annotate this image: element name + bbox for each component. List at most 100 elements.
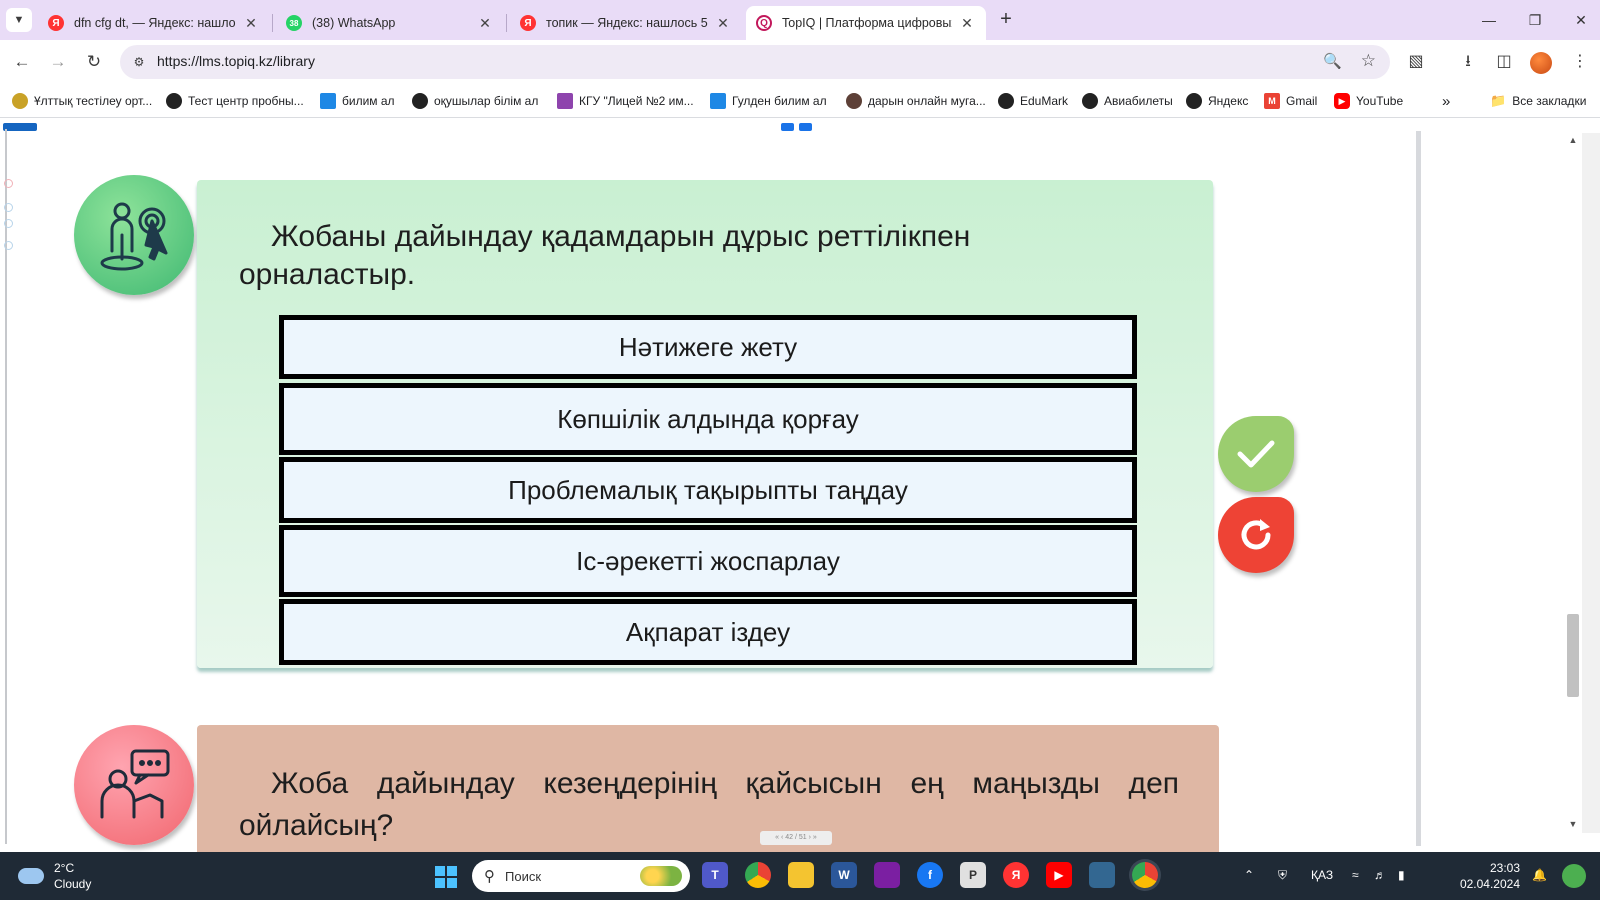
- bookmark-star-icon[interactable]: ☆: [1361, 51, 1376, 71]
- chrome-active-icon[interactable]: [1132, 862, 1158, 888]
- system-clock[interactable]: 23:03 02.04.2024: [1446, 860, 1520, 892]
- tab-whatsapp[interactable]: 38 (38) WhatsApp ✕: [276, 6, 504, 40]
- tray-overflow-icon[interactable]: ⌃: [1244, 868, 1254, 882]
- all-bookmarks-label: Все закладки: [1512, 94, 1587, 108]
- menu-kebab-icon[interactable]: ⋮: [1568, 50, 1592, 74]
- back-icon[interactable]: ←: [10, 50, 34, 74]
- restore-icon[interactable]: ❐: [1520, 8, 1550, 32]
- close-window-icon[interactable]: ✕: [1566, 8, 1596, 32]
- toolbar-mini-button[interactable]: [799, 123, 812, 131]
- reset-task-button[interactable]: [1218, 497, 1294, 573]
- bookmark-item[interactable]: EduMark: [998, 92, 1068, 110]
- youtube-app-icon[interactable]: ▶: [1046, 862, 1072, 888]
- facebook-icon[interactable]: f: [917, 862, 943, 888]
- language-indicator[interactable]: ҚАЗ: [1311, 868, 1333, 882]
- weather-widget[interactable]: 2°C Cloudy: [18, 860, 91, 892]
- taskbar-search[interactable]: ⚲ Поиск: [472, 860, 690, 892]
- postgresql-icon[interactable]: [1089, 862, 1115, 888]
- bookmark-label: КГУ "Лицей №2 им...: [579, 94, 694, 108]
- browser-toolbar: ← → ↻ ⚙ https://lms.topiq.kz/library 🔍 ☆…: [0, 40, 1600, 84]
- windows-taskbar: 2°C Cloudy ⚲ Поиск T W f P Я ▶ ⌃ ⛨ ҚАЗ ≈…: [0, 852, 1600, 900]
- url-text[interactable]: https://lms.topiq.kz/library: [157, 53, 315, 69]
- file-explorer-icon[interactable]: [788, 862, 814, 888]
- word-icon[interactable]: W: [831, 862, 857, 888]
- download-icon[interactable]: ⭳: [1456, 50, 1480, 74]
- security-shield-icon[interactable]: ⛨: [1278, 868, 1287, 883]
- order-option[interactable]: Нәтижеге жету: [279, 315, 1137, 379]
- side-panel-icon[interactable]: ◫: [1492, 50, 1516, 74]
- book-icon: [320, 93, 336, 109]
- bookmark-item[interactable]: Тест центр пробны...: [166, 92, 304, 110]
- wifi-icon[interactable]: ≈: [1352, 868, 1359, 882]
- zoom-icon[interactable]: 🔍: [1323, 52, 1342, 70]
- toolbar-mini-button[interactable]: [781, 123, 794, 131]
- order-option[interactable]: Ақпарат іздеу: [279, 599, 1137, 665]
- globe-icon: [1186, 93, 1202, 109]
- scrollbar-track[interactable]: [1582, 133, 1600, 833]
- bookmark-label: Гулден билим ал: [732, 94, 827, 108]
- bookmark-label: YouTube: [1356, 94, 1404, 108]
- extensions-icon[interactable]: ▧: [1404, 50, 1428, 74]
- forward-icon[interactable]: →: [46, 50, 70, 74]
- school-icon: [557, 93, 573, 109]
- globe-icon: [412, 93, 428, 109]
- discussion-icon: [74, 725, 194, 845]
- bookmark-item[interactable]: КГУ "Лицей №2 им...: [557, 92, 694, 110]
- scroll-down-icon[interactable]: ▼: [1567, 819, 1579, 829]
- address-bar[interactable]: ⚙ https://lms.topiq.kz/library 🔍 ☆: [120, 45, 1390, 79]
- winrar-icon[interactable]: [874, 862, 900, 888]
- menu-tab-marker[interactable]: [3, 123, 37, 131]
- bookmark-item[interactable]: Яндекс: [1186, 92, 1248, 110]
- page-pager[interactable]: « ‹ 42 / 51 › »: [760, 831, 832, 845]
- more-bookmarks-button[interactable]: »: [1442, 92, 1450, 110]
- feather-icon: [846, 93, 862, 109]
- minimize-icon[interactable]: —: [1474, 8, 1504, 32]
- bookmark-item[interactable]: Гулден билим ал: [710, 92, 827, 110]
- teams-icon[interactable]: T: [702, 862, 728, 888]
- bookmark-label: Ұлттық тестілеу орт...: [34, 94, 153, 108]
- clock-date: 02.04.2024: [1459, 877, 1520, 891]
- tab-topiq[interactable]: Q TopIQ | Платформа цифровых ✕: [746, 6, 986, 40]
- bookmark-item[interactable]: оқушылар білім ал: [412, 92, 538, 110]
- bookmark-item[interactable]: ▶ YouTube: [1334, 92, 1403, 110]
- bookmark-item[interactable]: Ұлттық тестілеу орт...: [12, 92, 152, 110]
- tab-yandex-1[interactable]: Я dfn cfg dt, — Яндекс: нашлось ✕: [38, 6, 270, 40]
- scroll-up-icon[interactable]: ▲: [1567, 135, 1579, 145]
- close-icon[interactable]: ✕: [958, 15, 976, 32]
- new-tab-button[interactable]: +: [994, 8, 1018, 32]
- bookmark-item[interactable]: Авиабилеты: [1082, 92, 1173, 110]
- cloud-icon: [18, 868, 44, 884]
- bookmark-label: Авиабилеты: [1104, 94, 1173, 108]
- page-left-border: [5, 129, 7, 844]
- volume-icon[interactable]: ♬: [1374, 868, 1386, 882]
- close-icon[interactable]: ✕: [242, 15, 260, 32]
- close-icon[interactable]: ✕: [714, 15, 732, 32]
- tab-yandex-2[interactable]: Я топик — Яндекс: нашлось 5 ты ✕: [510, 6, 742, 40]
- bookmark-item[interactable]: билим ал: [320, 92, 395, 110]
- order-option[interactable]: Көпшілік алдында қорғау: [279, 383, 1137, 455]
- windows-start-icon[interactable]: [435, 866, 457, 888]
- yandex-browser-icon[interactable]: Я: [1003, 862, 1029, 888]
- notification-bell-icon[interactable]: 🔔: [1532, 868, 1547, 882]
- ordering-task-card: Жобаны дайындау қадамдарын дұрыс реттілі…: [197, 180, 1213, 668]
- battery-icon[interactable]: ▮: [1398, 868, 1405, 882]
- reload-icon[interactable]: ↻: [82, 50, 106, 74]
- close-icon[interactable]: ✕: [476, 15, 494, 32]
- search-icon: ⚲: [484, 868, 495, 885]
- copilot-icon[interactable]: [1562, 864, 1586, 888]
- tab-search-button[interactable]: ▼: [6, 8, 32, 32]
- profile-avatar[interactable]: [1530, 52, 1552, 74]
- scrollbar-thumb[interactable]: [1567, 614, 1579, 697]
- bookmark-item[interactable]: дарын онлайн муга...: [846, 92, 986, 110]
- order-option[interactable]: Проблемалық тақырыпты таңдау: [279, 457, 1137, 523]
- bookmark-item[interactable]: M Gmail: [1264, 92, 1317, 110]
- all-bookmarks-button[interactable]: 📁 Все закладки: [1490, 92, 1586, 110]
- check-answer-button[interactable]: [1218, 416, 1294, 492]
- interactive-touch-icon: [74, 175, 194, 295]
- folder-icon: 📁: [1490, 93, 1507, 108]
- site-info-icon[interactable]: ⚙: [130, 53, 148, 71]
- order-option[interactable]: Іс-әрекетті жоспарлау: [279, 525, 1137, 597]
- chrome-icon[interactable]: [745, 862, 771, 888]
- document-app-icon[interactable]: P: [960, 862, 986, 888]
- globe-icon: [12, 93, 28, 109]
